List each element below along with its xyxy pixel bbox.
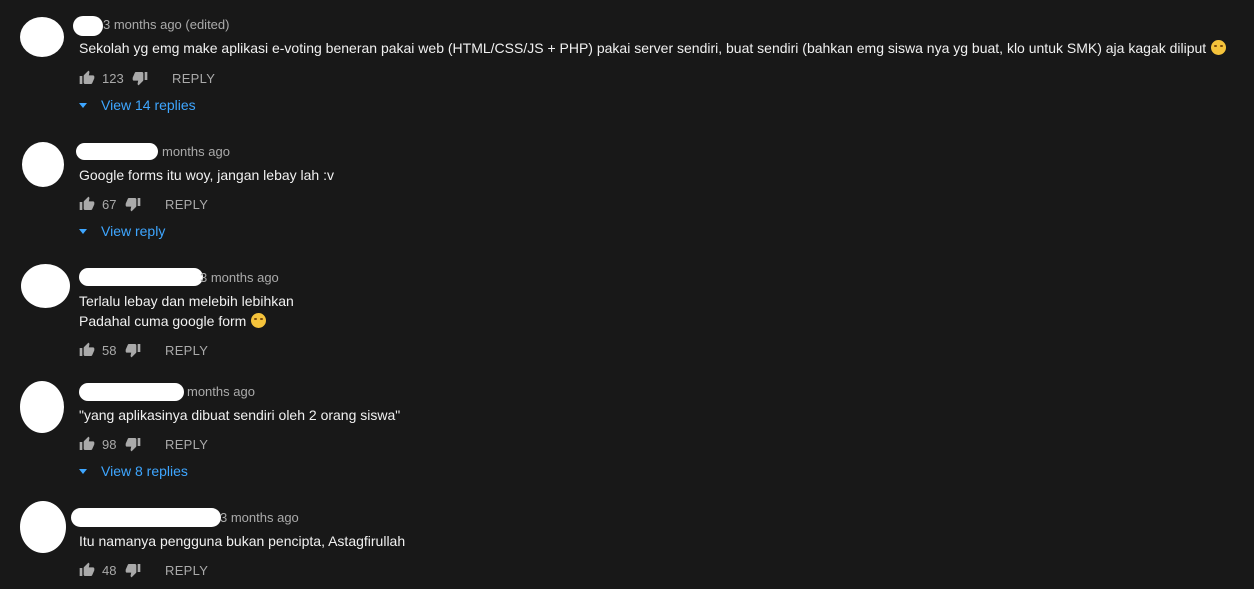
view-replies-button[interactable]: View reply — [79, 223, 165, 239]
comment-actions: 67 REPLY — [79, 194, 208, 214]
like-count: 58 — [102, 342, 117, 358]
thumbs-up-icon[interactable] — [79, 342, 95, 358]
comment-timestamp[interactable]: 3 months ago (edited) — [103, 17, 229, 32]
reply-button[interactable]: REPLY — [165, 437, 208, 452]
comment-text: Google forms itu woy, jangan lebay lah :… — [79, 165, 334, 185]
comment-text: Terlalu lebay dan melebih lebihkan Padah… — [79, 291, 294, 331]
avatar[interactable] — [20, 17, 64, 57]
thumbs-down-icon[interactable] — [125, 342, 141, 358]
reply-button[interactable]: REPLY — [165, 563, 208, 578]
comment-text-line: Sekolah yg emg make aplikasi e-voting be… — [79, 40, 1207, 56]
comment-text-line: Itu namanya pengguna bukan pencipta, Ast… — [79, 533, 406, 549]
like-count: 98 — [102, 436, 117, 452]
caret-down-icon — [79, 228, 87, 234]
redacted-author-name[interactable] — [76, 143, 158, 160]
caret-down-icon — [79, 468, 87, 474]
comment-text-line: Google forms itu woy, jangan lebay lah :… — [79, 167, 334, 183]
like-count: 48 — [102, 562, 117, 578]
like-count: 123 — [102, 70, 124, 86]
thumbs-down-icon[interactable] — [132, 70, 148, 86]
view-replies-label: View reply — [101, 223, 166, 239]
comment-timestamp[interactable]: 3 months ago — [200, 270, 279, 285]
redacted-author-name[interactable] — [79, 268, 203, 286]
thumbs-down-icon[interactable] — [125, 436, 141, 452]
redacted-author-name[interactable] — [73, 16, 103, 36]
view-replies-label: View 14 replies — [101, 97, 196, 113]
avatar[interactable] — [20, 501, 66, 553]
reply-button[interactable]: REPLY — [172, 71, 215, 86]
view-replies-button[interactable]: View 14 replies — [79, 97, 196, 113]
redacted-author-name[interactable] — [79, 383, 184, 401]
comment-text-line: Padahal cuma google form — [79, 313, 247, 329]
thumbs-down-icon[interactable] — [125, 562, 141, 578]
comment-timestamp[interactable]: months ago — [187, 384, 255, 399]
comment-timestamp[interactable]: 3 months ago — [220, 510, 299, 525]
comments-section: 3 months ago (edited) Sekolah yg emg mak… — [0, 0, 1254, 589]
view-replies-button[interactable]: View 8 replies — [79, 463, 188, 479]
like-count: 67 — [102, 196, 117, 212]
reply-button[interactable]: REPLY — [165, 197, 208, 212]
thumbs-up-icon[interactable] — [79, 196, 95, 212]
comment-actions: 48 REPLY — [79, 560, 208, 580]
caret-down-icon — [79, 102, 87, 108]
thumbs-down-icon[interactable] — [125, 196, 141, 212]
comment-text: "yang aplikasinya dibuat sendiri oleh 2 … — [79, 405, 400, 425]
avatar[interactable] — [20, 381, 64, 433]
comment-actions: 123 REPLY — [79, 68, 215, 88]
thumbs-up-icon[interactable] — [79, 70, 95, 86]
thumbs-up-icon[interactable] — [79, 562, 95, 578]
redacted-author-name[interactable] — [71, 508, 221, 527]
comment-text-line: Terlalu lebay dan melebih lebihkan — [79, 293, 294, 309]
zany-face-emoji-icon — [251, 313, 267, 328]
comment-text: Sekolah yg emg make aplikasi e-voting be… — [79, 38, 1227, 58]
comment-timestamp[interactable]: months ago — [162, 144, 230, 159]
comment-text: Itu namanya pengguna bukan pencipta, Ast… — [79, 531, 405, 551]
avatar[interactable] — [22, 142, 64, 187]
avatar[interactable] — [21, 264, 70, 308]
view-replies-label: View 8 replies — [101, 463, 188, 479]
pensive-face-emoji-icon — [1211, 40, 1227, 55]
comment-actions: 98 REPLY — [79, 434, 208, 454]
reply-button[interactable]: REPLY — [165, 343, 208, 358]
comment-text-line: "yang aplikasinya dibuat sendiri oleh 2 … — [79, 407, 401, 423]
comment-actions: 58 REPLY — [79, 340, 208, 360]
thumbs-up-icon[interactable] — [79, 436, 95, 452]
